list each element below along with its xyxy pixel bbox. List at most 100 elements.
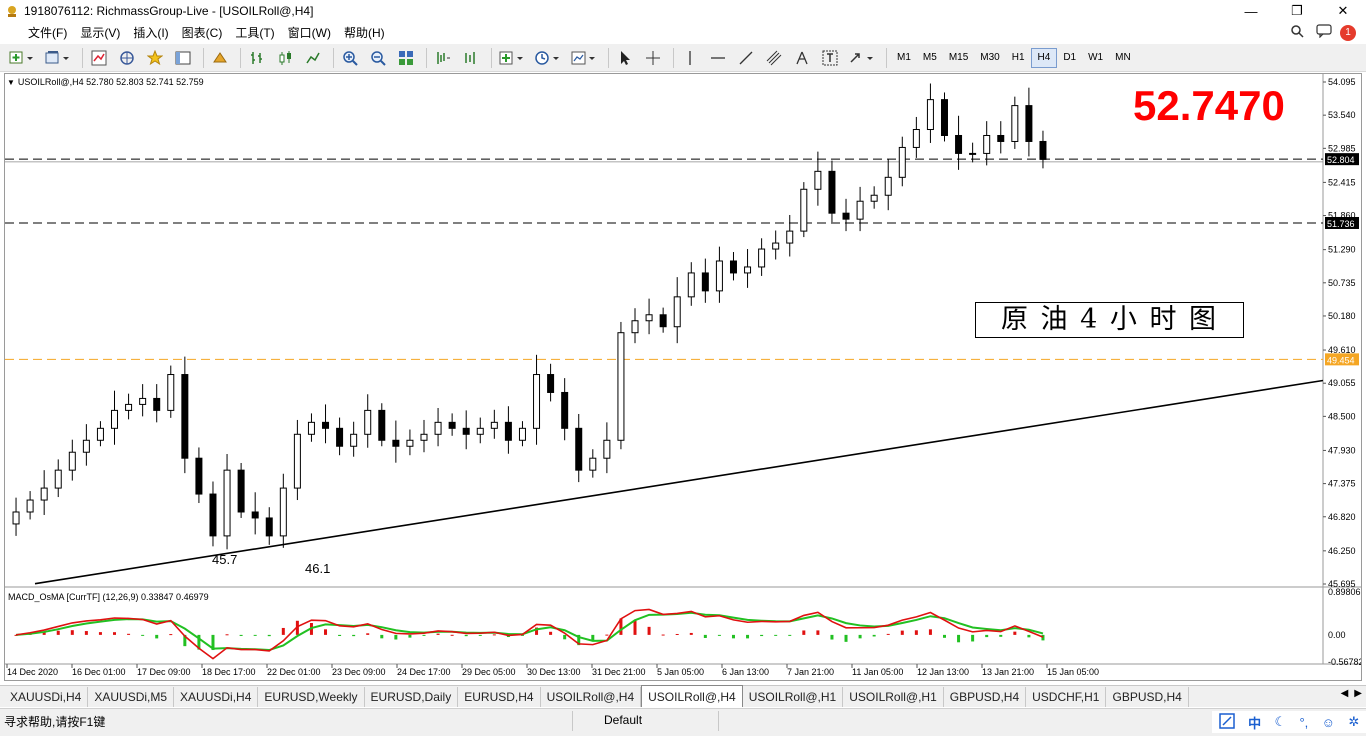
emoji-icon[interactable]: ☺ <box>1322 715 1335 730</box>
cursor-icon[interactable] <box>613 47 637 69</box>
tab-xauusd-h4[interactable]: XAUUSDi,H4 <box>4 687 89 707</box>
tab-gbpusd-h4-2[interactable]: GBPUSD,H4 <box>1106 687 1189 707</box>
tab-usoil-h4[interactable]: USOILRoll@,H4 <box>541 687 642 707</box>
auto-scroll-icon[interactable] <box>459 47 483 69</box>
menu-file[interactable]: 文件(F) <box>0 24 76 41</box>
candle-body <box>997 134 1005 142</box>
candle-body <box>251 511 259 519</box>
candle-body <box>406 439 414 447</box>
tab-usdchf-h1[interactable]: USDCHF,H1 <box>1026 687 1107 707</box>
candle-body <box>926 99 934 131</box>
ime-switch-icon[interactable] <box>1218 712 1235 732</box>
autotrading-icon[interactable] <box>208 47 232 69</box>
candle-body <box>279 487 287 537</box>
tab-eurusd-weekly[interactable]: EURUSD,Weekly <box>258 687 365 707</box>
candle-body <box>772 242 780 250</box>
menu-insert[interactable]: 插入(I) <box>129 24 177 41</box>
chat-icon[interactable] <box>1316 24 1332 41</box>
candle-body <box>842 212 850 220</box>
annotation-label[interactable]: 原 油 4 小 时 图 <box>975 302 1244 338</box>
vertical-line-icon[interactable] <box>678 47 702 69</box>
text-label-icon[interactable] <box>818 47 842 69</box>
timeframe-w1[interactable]: W1 <box>1082 48 1109 68</box>
indicators-button[interactable] <box>496 47 528 69</box>
candlestick-icon[interactable] <box>273 47 297 69</box>
timeframe-mn[interactable]: MN <box>1109 48 1137 68</box>
zoom-in-icon[interactable] <box>338 47 362 69</box>
timeframe-h4[interactable]: H4 <box>1030 47 1058 68</box>
macd-histogram-bar <box>1027 634 1031 638</box>
arrows-button[interactable] <box>846 47 878 69</box>
tab-eurusd-daily[interactable]: EURUSD,Daily <box>365 687 459 707</box>
profiles-button[interactable] <box>42 47 74 69</box>
notification-badge[interactable]: 1 <box>1340 24 1356 41</box>
candle-body <box>533 374 541 429</box>
tab-usoil-h4-active[interactable]: USOILRoll@,H4 <box>641 685 743 707</box>
macd-histogram-bar <box>816 630 820 635</box>
y-tick-label: 47.930 <box>1328 445 1356 455</box>
macd-histogram-bar <box>942 634 946 638</box>
chart-window[interactable]: 52.804 51.736 49.454 54.095 53.540 52.985 52.… <box>4 73 1362 681</box>
navigator-icon[interactable] <box>115 47 139 69</box>
y-tick-label: 51.290 <box>1328 245 1356 255</box>
new-chart-button[interactable] <box>6 47 38 69</box>
x-tick-label: 5 Jan 05:00 <box>657 667 704 677</box>
market-watch-icon[interactable] <box>87 47 111 69</box>
candle-body <box>209 493 217 537</box>
settings-gear-icon[interactable]: ✲ <box>1348 714 1359 730</box>
candle-body <box>955 134 963 154</box>
restore-button[interactable]: ❐ <box>1274 0 1320 22</box>
moon-icon[interactable]: ☾ <box>1274 714 1286 730</box>
minimize-button[interactable]: — <box>1228 0 1274 22</box>
chart-shift-icon[interactable] <box>431 47 455 69</box>
timeframe-m1[interactable]: M1 <box>891 48 917 68</box>
tab-gbpusd-h4[interactable]: GBPUSD,H4 <box>944 687 1027 707</box>
macd-histogram-bar <box>844 634 848 642</box>
menu-charts[interactable]: 图表(C) <box>178 24 232 41</box>
timeframe-m5[interactable]: M5 <box>917 48 943 68</box>
menu-view[interactable]: 显示(V) <box>76 24 129 41</box>
bar-chart-icon[interactable] <box>245 47 269 69</box>
macd-histogram-bar <box>366 633 370 635</box>
tile-windows-icon[interactable] <box>394 47 418 69</box>
zoom-out-icon[interactable] <box>366 47 390 69</box>
horizontal-line-icon[interactable] <box>706 47 730 69</box>
close-button[interactable]: ✕ <box>1320 0 1366 22</box>
timeframe-d1[interactable]: D1 <box>1057 48 1082 68</box>
chart-tabs: XAUUSDi,H4 XAUUSDi,M5 XAUUSDi,H4 EURUSD,… <box>0 685 1366 707</box>
line-chart-icon[interactable] <box>301 47 325 69</box>
tab-usoil-h1-2[interactable]: USOILRoll@,H1 <box>843 687 944 707</box>
tab-scroll-left-icon[interactable]: ◀ <box>1341 688 1349 699</box>
tab-usoil-h1[interactable]: USOILRoll@,H1 <box>743 687 844 707</box>
channel-icon[interactable] <box>762 47 786 69</box>
tab-eurusd-h4[interactable]: EURUSD,H4 <box>458 687 541 707</box>
templates-button[interactable] <box>568 47 600 69</box>
tab-xauusd-m5[interactable]: XAUUSDi,M5 <box>88 687 175 707</box>
collapse-arrow-icon[interactable]: ▼ <box>7 78 15 87</box>
macd-histogram-bar <box>760 634 764 637</box>
timeframe-m30[interactable]: M30 <box>974 48 1005 68</box>
timeframe-h1[interactable]: H1 <box>1006 48 1031 68</box>
menu-window[interactable]: 窗口(W) <box>284 24 340 41</box>
candle-body <box>518 427 526 441</box>
crosshair-icon[interactable] <box>641 47 665 69</box>
punctuation-icon[interactable]: °, <box>1299 715 1308 730</box>
search-icon[interactable] <box>1290 24 1304 41</box>
tab-scroll-right-icon[interactable]: ▶ <box>1354 688 1362 699</box>
tab-xauusd-h4-2[interactable]: XAUUSDi,H4 <box>174 687 259 707</box>
fibonacci-icon[interactable] <box>790 47 814 69</box>
candle-body <box>420 433 428 441</box>
trendline-icon[interactable] <box>734 47 758 69</box>
menu-tools[interactable]: 工具(T) <box>231 24 283 41</box>
y-tick-label: 48.500 <box>1328 411 1356 421</box>
price-chart[interactable]: 52.80451.73649.454 54.09553.54052.98552.… <box>5 74 1361 680</box>
macd-histogram-bar <box>971 634 975 642</box>
terminal-icon[interactable] <box>171 47 195 69</box>
periods-button[interactable] <box>532 47 564 69</box>
ime-chinese-mode[interactable]: 中 <box>1248 713 1261 732</box>
macd-histogram-bar <box>436 633 440 635</box>
macd-histogram-bar <box>239 634 243 636</box>
favorites-icon[interactable] <box>143 47 167 69</box>
timeframe-m15[interactable]: M15 <box>943 48 974 68</box>
menu-help[interactable]: 帮助(H) <box>340 24 394 41</box>
